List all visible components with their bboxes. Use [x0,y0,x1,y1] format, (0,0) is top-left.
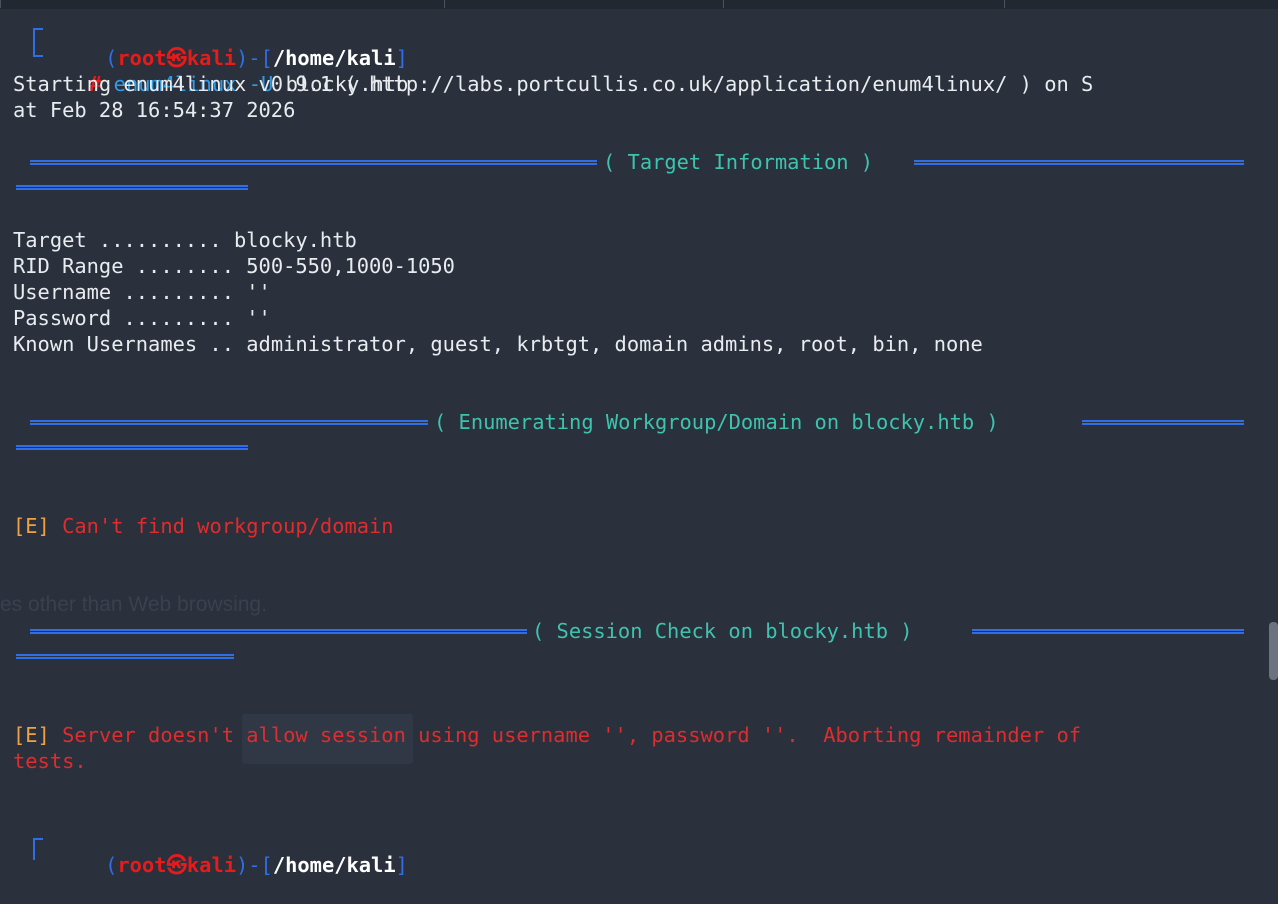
section-rule-wrap [16,654,234,659]
prompt-corner-top [33,28,43,38]
prompt-path: /home/kali [272,853,396,877]
scrollbar-thumb[interactable] [1269,622,1278,680]
info-value: '' [246,280,271,304]
section-rule-right [1082,420,1244,425]
info-key: RID Range ........ [13,254,234,278]
error-line: [E] Can't find workgroup/domain [13,513,394,539]
error-tag: [E] [13,514,50,538]
section-rule-wrap [16,445,248,450]
error-line: [E] Server doesn't allow session using u… [13,722,1081,748]
error-tag: [E] [13,723,50,747]
info-key: Target .......... [13,228,222,252]
section-title: ( Enumerating Workgroup/Domain on blocky… [434,410,999,434]
command-line: # enum4linux -U blocky.htb [40,45,408,96]
section-title: ( Target Information ) [603,150,874,174]
info-key: Password ......... [13,306,234,330]
info-value: 500-550,1000-1050 [246,254,455,278]
prompt-line-1: (root㉿kali)-[/home/kali] [56,19,408,70]
terminal-tab-1[interactable] [0,0,445,8]
section-header-workgroup: ( Enumerating Workgroup/Domain on blocky… [30,409,1256,435]
error-text: Server doesn't allow session using usern… [62,723,1082,747]
info-value: '' [246,306,271,330]
info-value: administrator, guest, krbtgt, domain adm… [246,332,983,356]
section-header-session-check: ( Session Check on blocky.htb ) [30,618,1256,644]
section-rule-right [972,629,1244,634]
section-rule-left [30,629,527,634]
section-title: ( Session Check on blocky.htb ) [532,619,913,643]
section-rule-left [30,420,428,425]
target-info-row: Target .......... blocky.htb [13,227,357,253]
target-info-row: Username ......... '' [13,279,271,305]
prompt-close: )-[ [236,853,273,877]
prompt-end: ] [395,853,408,877]
section-rule-left [30,160,597,165]
tab-bar [0,0,1278,9]
target-info-row: Known Usernames .. administrator, guest,… [13,331,983,357]
error-line-continued: tests. [13,749,87,773]
skull-icon: ㉿ [166,853,187,877]
prompt-open: ( [105,853,118,877]
starting-line-2: at Feb 28 16:54:37 2026 [13,98,296,122]
ghost-background-text: es other than Web browsing. [0,593,267,616]
prompt-corner-top [33,838,43,860]
section-header-target-info: ( Target Information ) [30,149,1256,175]
info-value: blocky.htb [233,228,357,252]
section-rule-wrap [16,185,248,190]
prompt-user: root [117,853,167,877]
starting-line-1: Starting enum4linux v0.9.1 ( http://labs… [13,72,1094,96]
prompt-host: kali [186,853,236,877]
section-rule-right [914,160,1244,165]
info-key: Known Usernames .. [13,332,234,356]
target-info-row: RID Range ........ 500-550,1000-1050 [13,253,455,279]
prompt-line-2: (root㉿kali)-[/home/kali] [56,826,408,877]
info-key: Username ......... [13,280,234,304]
terminal-tab-2[interactable] [723,0,1005,8]
target-info-row: Password ......... '' [13,305,271,331]
error-text: Can't find workgroup/domain [62,514,394,538]
